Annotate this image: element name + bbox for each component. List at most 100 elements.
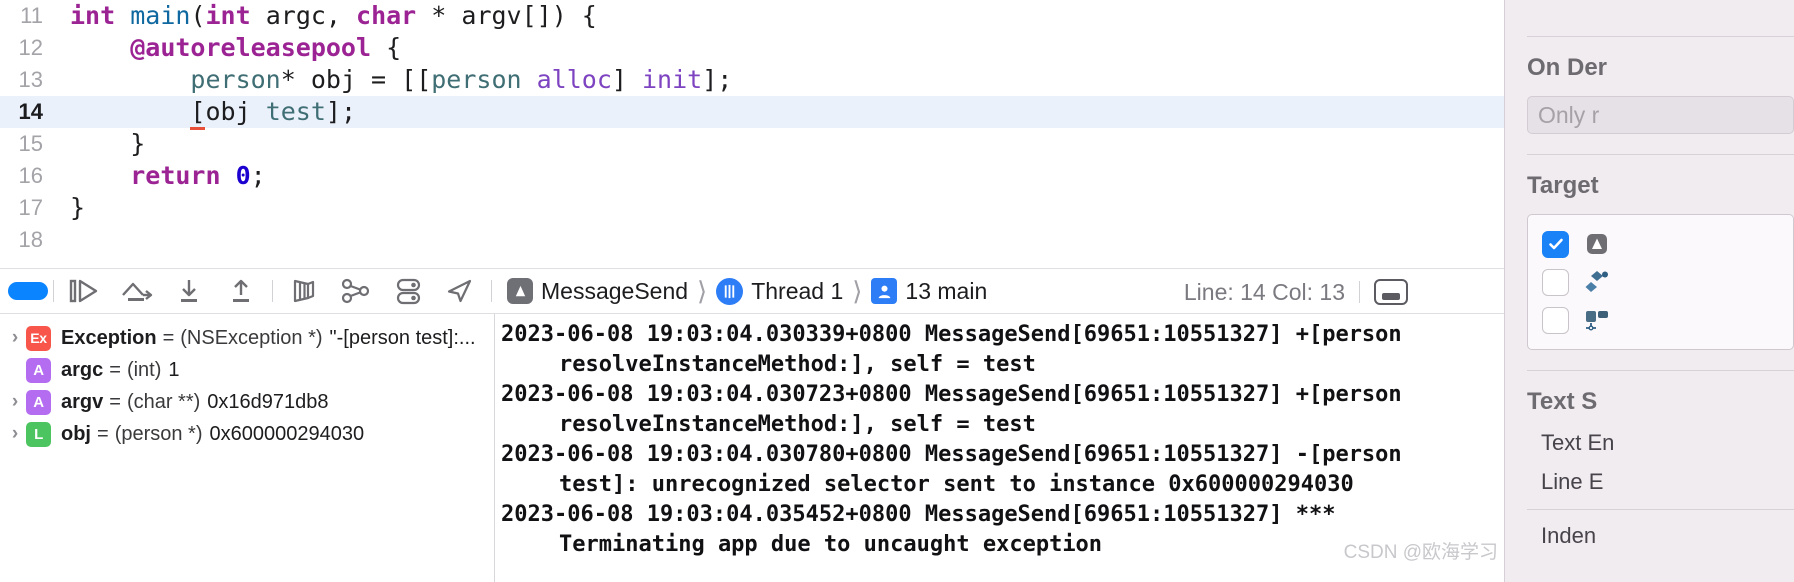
toolbar-divider (53, 280, 54, 302)
line-column-indicator: Line: 14 Col: 13 (1184, 269, 1408, 315)
simulate-location-button[interactable] (434, 269, 486, 313)
breadcrumb-item-thread[interactable]: Thread 1 (716, 277, 843, 305)
code-line-15[interactable]: 15 } (0, 128, 1504, 160)
code-token: person (431, 65, 522, 94)
equals-sign: = (97, 422, 109, 445)
line-number[interactable]: 11 (0, 0, 52, 32)
variable-kind-badge: A (26, 357, 51, 383)
inspector-divider-3 (1527, 370, 1794, 371)
debug-view-hierarchy-button[interactable] (278, 269, 330, 313)
code-line-16[interactable]: 16 return 0; (0, 160, 1504, 192)
code-token: obj (205, 97, 266, 126)
console-line: 2023-06-08 19:03:04.030339+0800 MessageS… (501, 322, 1402, 347)
variable-name: argv (61, 390, 104, 413)
code-token: init (642, 65, 703, 94)
code-token: [ (190, 97, 206, 130)
memory-graph-icon (341, 278, 370, 304)
inspector-divider-2 (1527, 154, 1794, 155)
console-line: 2023-06-08 19:03:04.030723+0800 MessageS… (501, 382, 1402, 407)
variable-value: 1 (168, 358, 180, 381)
equals-sign: = (109, 390, 121, 413)
line-col-label: Line: 14 Col: 13 (1183, 278, 1345, 305)
code-line-11[interactable]: 11 int main(int argc, char * argv[]) { (0, 0, 1504, 32)
code-token: int (70, 1, 131, 30)
debug-memory-graph-button[interactable] (330, 269, 382, 313)
continue-execution-button[interactable] (8, 282, 48, 300)
code-text[interactable]: return 0; (52, 160, 265, 192)
breadcrumb-app-label: MessageSend (541, 277, 689, 304)
environment-overrides-button[interactable] (382, 269, 434, 313)
debug-toolbar: MessageSend ⟩ Thread 1 ⟩ 13 main Line: 1… (0, 268, 1504, 314)
checkmark-icon (1548, 238, 1563, 250)
line-number[interactable]: 16 (0, 160, 52, 192)
console-line: 2023-06-08 19:03:04.030780+0800 MessageS… (501, 442, 1402, 467)
toggle-console-button[interactable] (1374, 279, 1408, 305)
target-checkbox-app[interactable] (1542, 230, 1569, 258)
code-text[interactable]: person* obj = [[person alloc] init]; (52, 64, 732, 96)
code-line-18[interactable]: 18 (0, 224, 1504, 256)
target-row-tests[interactable] (1542, 301, 1793, 339)
console-line: resolveInstanceMethod:], self = test (559, 412, 1036, 437)
line-number[interactable]: 15 (0, 128, 52, 160)
code-line-14[interactable]: 14 [obj test]; (0, 96, 1504, 130)
variable-value: 0x16d971db8 (207, 390, 329, 413)
line-number[interactable]: 12 (0, 32, 52, 64)
code-token: } (70, 129, 146, 158)
variable-row[interactable]: › Ex Exception = (NSException *) "-[person te… (0, 322, 494, 354)
variable-row[interactable]: ›Aargc=(int)1 (0, 354, 494, 386)
target-membership-section-title: Target (1527, 172, 1599, 199)
variable-row[interactable]: › Aargv = (char **) 0x16d971db8 (0, 386, 494, 418)
line-number[interactable]: 18 (0, 224, 52, 256)
on-demand-section-title: On Der (1527, 54, 1608, 81)
equals-sign: = (162, 326, 175, 349)
code-line-17[interactable]: 17} (0, 192, 1504, 224)
code-token: * argv[]) { (431, 1, 597, 30)
target-checkbox-tests[interactable] (1542, 306, 1569, 334)
code-token: ]; (702, 65, 733, 94)
target-checkbox-framework[interactable] (1542, 268, 1569, 296)
disclosure-triangle-icon[interactable]: › (4, 391, 26, 413)
code-token: person (190, 65, 281, 94)
variable-type: (NSException *) (180, 326, 323, 349)
target-row-framework[interactable] (1542, 263, 1793, 301)
code-text[interactable]: [obj test]; (52, 96, 356, 130)
code-text[interactable]: } (52, 128, 145, 160)
step-out-button[interactable] (215, 269, 267, 313)
step-into-button[interactable] (163, 269, 215, 313)
line-number[interactable]: 13 (0, 64, 52, 96)
text-encoding-label: Text En (1541, 430, 1615, 455)
line-endings-label: Line E (1541, 469, 1604, 494)
disclosure-triangle-icon[interactable]: › (4, 423, 26, 445)
disclosure-triangle-icon[interactable]: › (4, 327, 26, 349)
code-line-13[interactable]: 13 person* obj = [[person alloc] init]; (0, 64, 1504, 96)
variable-row[interactable]: › Lobj = (person *) 0x600000294030 (0, 418, 494, 450)
on-demand-tags-field[interactable]: Only r (1527, 96, 1794, 134)
step-over-arc-icon (122, 282, 153, 301)
breadcrumb-item-frame[interactable]: 13 main (871, 278, 987, 305)
code-text[interactable]: int main(int argc, char * argv[]) { (52, 0, 597, 32)
step-over-line-button[interactable] (111, 269, 163, 313)
source-code-editor[interactable]: 11 int main(int argc, char * argv[]) {12 … (0, 0, 1504, 268)
code-text[interactable]: @autoreleasepool { (52, 32, 401, 64)
main-column: 11 int main(int argc, char * argv[]) {12 … (0, 0, 1504, 582)
line-number[interactable]: 14 (0, 96, 52, 128)
breadcrumb-item-app[interactable]: MessageSend (507, 278, 688, 305)
chevron-right-icon-2: ⟩ (852, 275, 863, 306)
target-row-app[interactable] (1542, 225, 1793, 263)
environment-overrides-icon (396, 278, 421, 305)
line-number[interactable]: 17 (0, 192, 52, 224)
step-over-button[interactable] (59, 269, 111, 313)
text-settings-section-title: Text S (1527, 388, 1598, 415)
code-text[interactable]: } (52, 192, 85, 224)
debug-area: › Ex Exception = (NSException *) "-[person te… (0, 314, 1504, 582)
toolbar-divider-2 (272, 280, 273, 302)
variable-name: argc (61, 358, 104, 381)
code-line-12[interactable]: 12 @autoreleasepool { (0, 32, 1504, 64)
app-target-icon (1583, 230, 1611, 258)
variables-view[interactable]: › Ex Exception = (NSException *) "-[person te… (0, 314, 494, 582)
